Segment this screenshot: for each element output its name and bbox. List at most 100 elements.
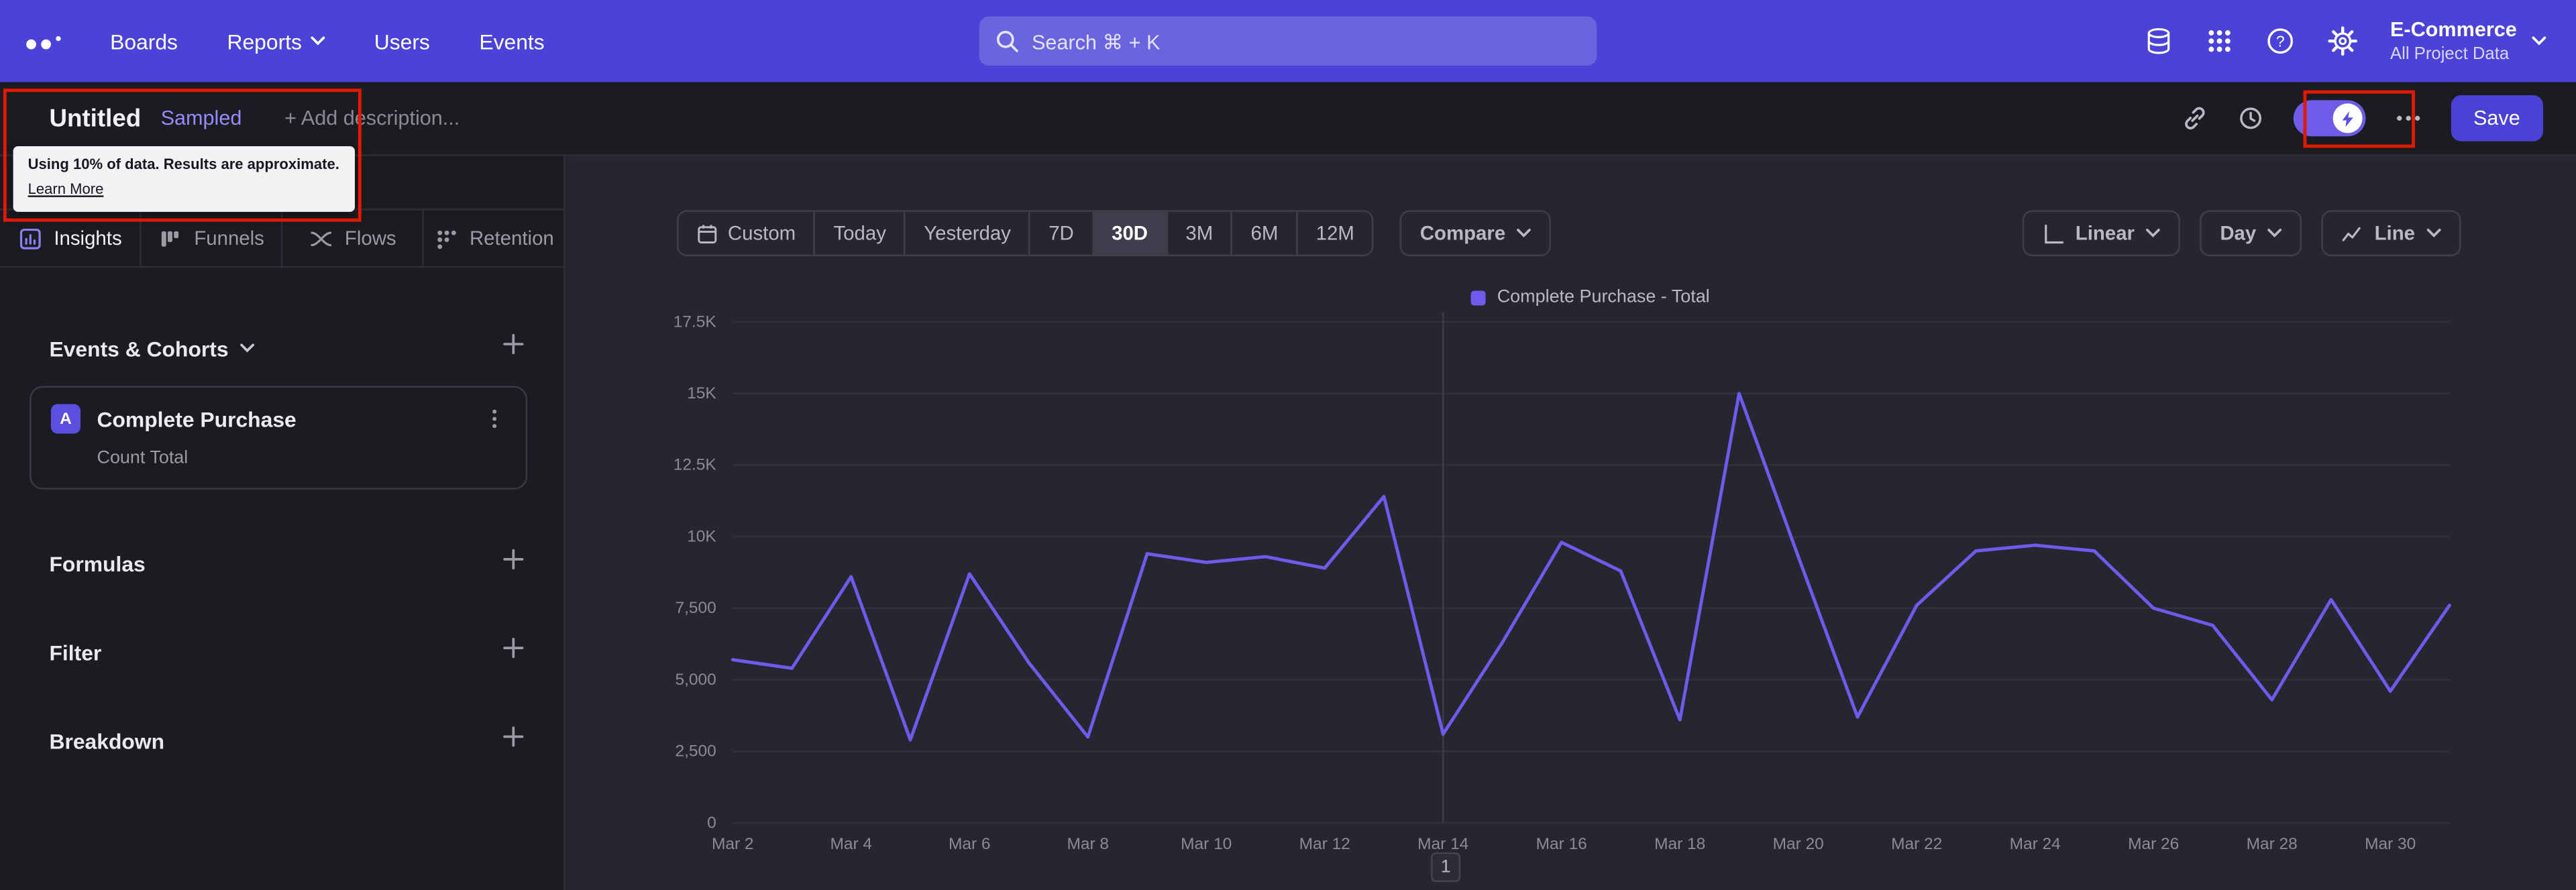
project-subtitle: All Project Data [2390, 43, 2510, 64]
svg-text:Mar 20: Mar 20 [1773, 835, 1824, 853]
svg-text:Mar 24: Mar 24 [2010, 835, 2061, 853]
sampling-toggle[interactable] [2292, 100, 2365, 137]
plus-icon [503, 549, 524, 570]
mixpanel-app: Boards Reports Users Events Search ⌘ + K [0, 0, 2576, 890]
plus-icon [503, 726, 524, 747]
link-icon [2184, 107, 2204, 129]
sampled-badge[interactable]: Sampled [161, 107, 242, 129]
tab-insights[interactable]: Insights [0, 210, 142, 266]
nav-reports[interactable]: Reports [227, 29, 325, 54]
gear-icon [2328, 26, 2357, 56]
tooltip-message: Using 10% of data. Results are approxima… [28, 156, 339, 173]
toggle-knob [2332, 103, 2362, 133]
event-options-button[interactable] [483, 407, 506, 430]
add-description-field[interactable]: + Add description... [284, 107, 460, 129]
top-nav: Boards Reports Users Events Search ⌘ + K [0, 0, 2576, 82]
svg-text:Mar 14: Mar 14 [1417, 835, 1468, 853]
events-cohorts-header[interactable]: Events & Cohorts [49, 335, 255, 361]
add-event-button[interactable] [502, 333, 524, 363]
search-placeholder: Search ⌘ + K [1031, 30, 1161, 54]
svg-text:Mar 22: Mar 22 [1891, 835, 1942, 853]
main-menu: Boards Reports Users Events [110, 29, 545, 54]
event-name: Complete Purchase [97, 406, 297, 431]
plus-icon [503, 333, 524, 355]
svg-text:Mar 30: Mar 30 [2365, 835, 2416, 853]
filter-header: Filter [49, 640, 101, 665]
insights-icon [19, 227, 41, 249]
svg-text:Mar 16: Mar 16 [1536, 835, 1587, 853]
pagination-page-1[interactable]: 1 [1431, 852, 1461, 883]
svg-text:15K: 15K [687, 384, 716, 402]
tab-retention[interactable]: Retention [424, 210, 564, 266]
tab-label: Insights [54, 226, 122, 250]
nav-boards[interactable]: Boards [110, 29, 178, 54]
svg-text:Mar 10: Mar 10 [1181, 835, 1232, 853]
svg-text:Mar 28: Mar 28 [2247, 835, 2298, 853]
svg-text:0: 0 [707, 814, 716, 832]
chart-canvas: Custom Today Yesterday 7D 30D 3M 6M 12M … [565, 156, 2576, 890]
retention-icon [437, 229, 456, 249]
chevron-down-icon [240, 343, 255, 353]
svg-text:5,000: 5,000 [676, 671, 716, 689]
svg-text:?: ? [2275, 33, 2284, 50]
section-label: Events & Cohorts [49, 335, 229, 361]
database-icon [2147, 28, 2169, 54]
report-title[interactable]: Untitled [49, 105, 141, 133]
svg-text:Mar 18: Mar 18 [1654, 835, 1705, 853]
project-selector[interactable]: E-Commerce All Project Data [2390, 18, 2546, 64]
svg-text:Mar 4: Mar 4 [830, 835, 872, 853]
add-filter-button[interactable] [502, 637, 524, 667]
nav-label: Reports [227, 28, 302, 54]
tab-label: Retention [469, 226, 554, 250]
svg-text:2,500: 2,500 [676, 742, 716, 761]
more-options-button[interactable] [2394, 105, 2420, 131]
section-label: Breakdown [49, 728, 165, 753]
flows-icon [310, 231, 331, 245]
logo-dot [26, 39, 36, 50]
svg-text:Mar 8: Mar 8 [1067, 835, 1109, 853]
nav-events[interactable]: Events [479, 29, 544, 54]
funnels-icon [162, 230, 179, 246]
help-icon: ? [2267, 28, 2293, 54]
query-sidebar: Insights Funnels Flows Retention Events … [0, 156, 566, 890]
line-chart[interactable]: 0 2,500 5,000 7,500 10K 12.5K 15K 17.5K Mar 2 Mar… [565, 156, 2576, 890]
apps-grid-button[interactable] [2206, 28, 2233, 54]
ellipsis-icon [2396, 115, 2420, 121]
help-button[interactable]: ? [2265, 26, 2295, 56]
svg-text:7,500: 7,500 [676, 599, 716, 617]
add-formula-button[interactable] [502, 549, 524, 578]
plus-icon [503, 638, 524, 659]
tab-funnels[interactable]: Funnels [142, 210, 283, 266]
formulas-header: Formulas [49, 551, 145, 576]
svg-text:Mar 12: Mar 12 [1299, 835, 1350, 853]
report-type-tabs: Insights Funnels Flows Retention [0, 209, 564, 268]
svg-text:Mar 6: Mar 6 [949, 835, 991, 853]
share-link-button[interactable] [2181, 105, 2207, 131]
svg-text:12.5K: 12.5K [674, 456, 717, 474]
search-icon [996, 30, 1018, 52]
event-card-complete-purchase[interactable]: A Complete Purchase Count Total [30, 386, 528, 490]
save-button[interactable]: Save [2450, 95, 2544, 142]
alert-button[interactable] [2237, 105, 2263, 131]
nav-users[interactable]: Users [374, 29, 430, 54]
clock-icon [2239, 107, 2261, 129]
tab-flows[interactable]: Flows [282, 210, 424, 266]
tab-label: Funnels [194, 226, 264, 250]
section-label: Formulas [49, 551, 146, 576]
logo-dot [56, 36, 61, 42]
add-breakdown-button[interactable] [502, 726, 524, 755]
settings-button[interactable] [2328, 26, 2357, 56]
svg-text:17.5K: 17.5K [674, 313, 717, 331]
event-metric[interactable]: Count Total [97, 449, 506, 468]
chevron-down-icon [310, 36, 325, 46]
mixpanel-logo[interactable] [26, 33, 61, 50]
nav-label: Boards [110, 28, 178, 54]
learn-more-link[interactable]: Learn More [28, 180, 104, 197]
section-label: Filter [49, 639, 102, 665]
grid-icon [2208, 30, 2231, 52]
data-management-button[interactable] [2144, 26, 2174, 56]
tab-label: Flows [344, 226, 396, 250]
chevron-down-icon [2532, 36, 2546, 46]
search-input[interactable]: Search ⌘ + K [979, 16, 1597, 66]
breakdown-header: Breakdown [49, 728, 164, 753]
